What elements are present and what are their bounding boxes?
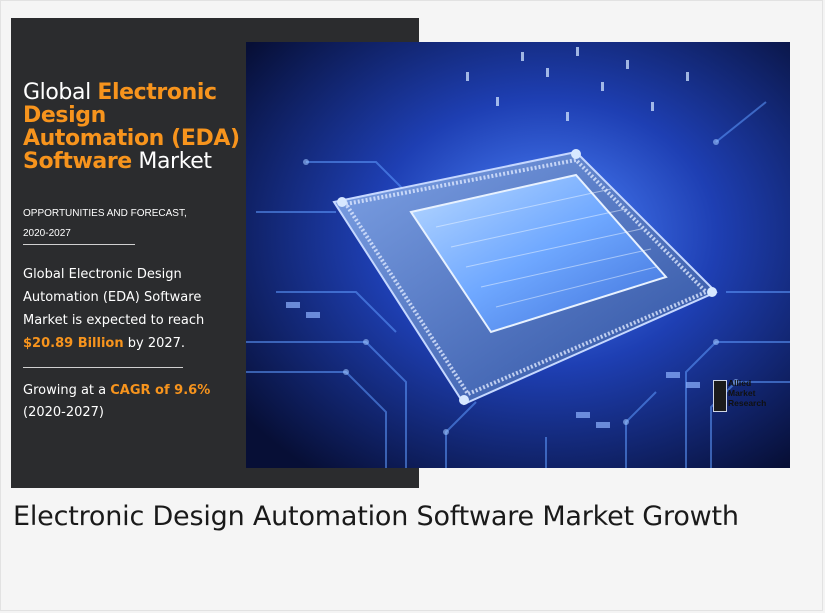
- logo-mark-icon: [713, 380, 727, 412]
- microchip-image: [246, 42, 790, 468]
- image-caption: Electronic Design Automation Software Ma…: [13, 501, 739, 532]
- title-highlight-automation: Automation (EDA): [23, 126, 240, 151]
- stat-value: $20.89 Billion: [23, 336, 124, 351]
- stat-line3: Market is expected to reach: [23, 313, 205, 328]
- stat-line1: Global Electronic Design: [23, 267, 182, 282]
- title-highlight-software: Software: [23, 149, 132, 174]
- title-market: Market: [138, 149, 212, 174]
- infographic-title: Global Electronic Design Automation (EDA…: [23, 81, 243, 173]
- stat-line2: Automation (EDA) Software: [23, 290, 202, 305]
- divider-line: [23, 244, 135, 245]
- logo-text: Allied Market Research: [728, 378, 788, 408]
- subtitle-line1: OPPORTUNITIES AND FORECAST,: [23, 208, 187, 219]
- title-highlight-electronic: Electronic: [97, 80, 217, 105]
- cagr-value: CAGR of 9.6%: [110, 383, 211, 398]
- title-highlight-design: Design: [23, 103, 106, 128]
- market-size-statement: Global Electronic Design Automation (EDA…: [23, 263, 235, 355]
- logo-line1: Allied: [728, 378, 752, 388]
- logo-line3: Research: [728, 398, 767, 408]
- microchip-illustration: [246, 42, 790, 468]
- cagr-period: (2020-2027): [23, 405, 105, 420]
- logo-line2: Market: [728, 388, 756, 398]
- stat-suffix: by 2027.: [123, 336, 186, 351]
- image-frame: Global Electronic Design Automation (EDA…: [0, 0, 823, 611]
- cagr-statement: Growing at a CAGR of 9.6% (2020-2027): [23, 380, 238, 424]
- allied-market-research-logo: Allied Market Research: [713, 378, 785, 418]
- subtitle-line2: 2020-2027: [23, 228, 71, 239]
- cagr-prefix: Growing at a: [23, 383, 111, 398]
- title-global: Global: [23, 80, 91, 105]
- infographic-subtitle: OPPORTUNITIES AND FORECAST, 2020-2027: [23, 204, 233, 244]
- divider-line: [23, 367, 183, 368]
